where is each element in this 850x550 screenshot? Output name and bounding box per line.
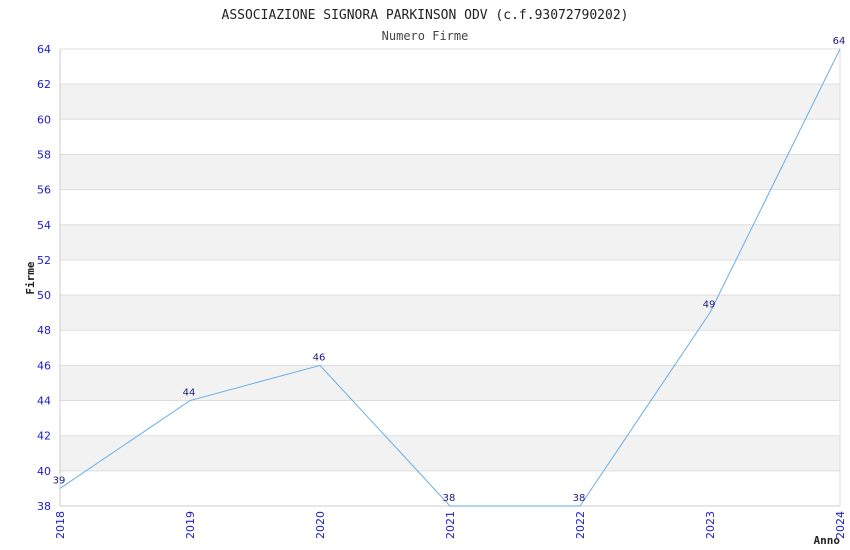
- x-tick-label: 2019: [184, 511, 197, 539]
- y-tick-label: 58: [37, 148, 51, 161]
- background-band: [60, 154, 840, 190]
- y-axis-ticks: 38 40 42 44 46 48 50 52 54 56 58 60 62 64: [37, 43, 51, 513]
- y-tick-label: 62: [37, 78, 51, 91]
- y-tick-label: 64: [37, 43, 51, 56]
- data-label: 64: [833, 36, 846, 47]
- y-axis-label: Firme: [24, 261, 37, 294]
- y-tick-label: 48: [37, 324, 51, 337]
- background-bands: [60, 84, 840, 471]
- y-tick-label: 44: [37, 395, 51, 408]
- y-tick-label: 54: [37, 219, 51, 232]
- line-chart: 38 40 42 44 46 48 50 52 54 56 58 60 62 64 2018 2019 202…: [24, 8, 847, 547]
- y-tick-label: 56: [37, 184, 51, 197]
- x-tick-label: 2018: [54, 511, 67, 539]
- y-tick-label: 38: [37, 500, 51, 513]
- background-band: [60, 435, 840, 471]
- y-tick-label: 52: [37, 254, 51, 267]
- data-label: 39: [53, 475, 66, 486]
- x-axis-ticks: 2018 2019 2020 2021 2022 2023 2024: [54, 511, 847, 539]
- background-band: [60, 295, 840, 331]
- chart-title: ASSOCIAZIONE SIGNORA PARKINSON ODV (c.f.…: [222, 8, 629, 23]
- data-label: 38: [573, 493, 586, 504]
- y-tick-label: 50: [37, 289, 51, 302]
- data-label: 46: [313, 352, 326, 363]
- x-tick-label: 2022: [574, 511, 587, 539]
- x-axis-label: Anno: [814, 534, 841, 547]
- y-tick-label: 60: [37, 113, 51, 126]
- y-tick-label: 40: [37, 465, 51, 478]
- y-tick-label: 42: [37, 430, 51, 443]
- background-band: [60, 84, 840, 120]
- x-tick-label: 2021: [444, 511, 457, 539]
- background-band: [60, 224, 840, 260]
- y-tick-label: 46: [37, 359, 51, 372]
- chart-subtitle: Numero Firme: [382, 29, 469, 43]
- data-label: 49: [703, 300, 716, 311]
- x-tick-label: 2020: [314, 511, 327, 539]
- x-tick-label: 2023: [704, 511, 717, 539]
- data-label: 38: [443, 493, 456, 504]
- background-band: [60, 365, 840, 401]
- data-label: 44: [183, 388, 196, 399]
